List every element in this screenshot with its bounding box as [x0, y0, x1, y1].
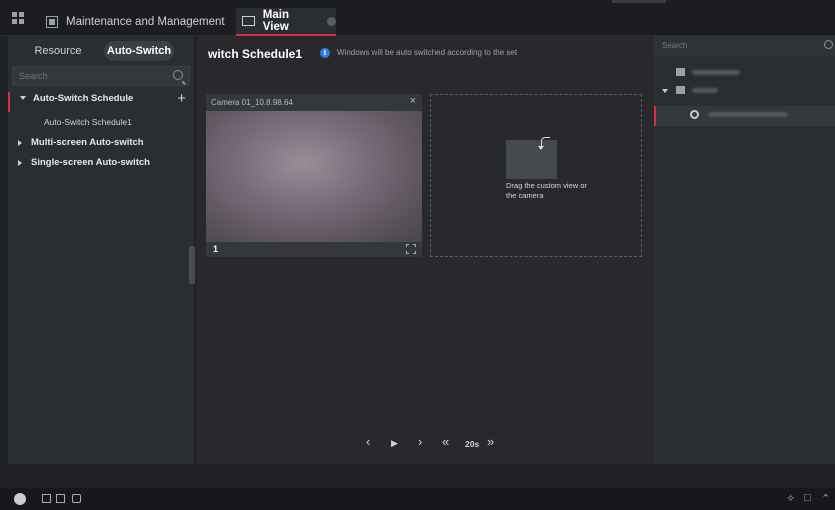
search-placeholder: Search — [19, 71, 48, 81]
info-message: Windows will be auto switched according … — [337, 48, 518, 57]
fullscreen-icon[interactable] — [406, 244, 416, 254]
play-button[interactable]: ▶ — [391, 438, 398, 449]
tab-label: Main View — [262, 9, 289, 33]
tab-main-view[interactable]: Main View — [236, 8, 336, 36]
interval-value[interactable]: 20s — [465, 439, 479, 449]
app-window: Maintenance and Management Main View Res… — [0, 0, 835, 510]
alarm-icon[interactable] — [14, 493, 26, 505]
previous-button[interactable]: ‹ — [366, 434, 370, 449]
add-schedule-icon[interactable]: + — [177, 90, 186, 107]
video-feed[interactable] — [206, 111, 422, 242]
resource-search-input[interactable]: Search — [654, 36, 835, 56]
tab-label: Maintenance and Management — [66, 16, 225, 28]
window-header: Camera 01_10.8.98.64 × — [206, 94, 422, 111]
resource-item-custom-view[interactable] — [654, 64, 835, 82]
tree-item-label: Multi-screen Auto-switch — [31, 137, 144, 148]
top-bar: Maintenance and Management Main View — [0, 0, 835, 36]
tree-item-single-screen[interactable]: Single-screen Auto-switch — [8, 156, 194, 174]
tree-item-auto-switch-schedule[interactable]: Auto-Switch Schedule + — [8, 90, 194, 112]
resource-item-area[interactable] — [654, 82, 835, 100]
search-input[interactable]: Search — [12, 66, 190, 86]
monitor-icon — [242, 16, 255, 26]
main-view: witch Schedule1 i Windows will be auto s… — [196, 36, 654, 464]
maximize-icon[interactable]: □ — [804, 492, 811, 504]
info-icon: i — [320, 48, 330, 58]
tab-maintenance[interactable]: Maintenance and Management — [40, 8, 225, 36]
chevron-down-icon[interactable] — [20, 96, 26, 100]
delete-icon[interactable] — [42, 494, 51, 503]
drag-arrow-icon — [538, 137, 550, 150]
folder-icon — [676, 86, 685, 94]
layout-icon[interactable] — [56, 494, 65, 503]
status-bar: ✧ □ ⌃ — [0, 488, 835, 510]
redacted-label — [692, 70, 740, 75]
pin-icon[interactable]: ✧ — [786, 492, 795, 505]
search-icon[interactable] — [173, 70, 183, 80]
tab-resource[interactable]: Resource — [16, 45, 100, 57]
forward-button[interactable]: » — [487, 434, 494, 449]
page-title: witch Schedule1 — [208, 47, 303, 61]
resource-item-camera[interactable] — [654, 106, 835, 126]
tree-item-label: Single-screen Auto-switch — [31, 157, 150, 168]
collapse-up-icon[interactable]: ⌃ — [821, 492, 830, 505]
panel-collapse-handle[interactable] — [189, 246, 195, 284]
left-panel: Resource Auto-Switch Search Auto-Switch … — [8, 36, 194, 464]
window-index: 1 — [213, 244, 219, 254]
tree-item-label: Auto-Switch Schedule — [33, 93, 134, 104]
search-icon[interactable] — [824, 40, 833, 49]
tab-auto-switch[interactable]: Auto-Switch — [104, 41, 174, 61]
video-window-1[interactable]: Camera 01_10.8.98.64 × 1 — [206, 94, 422, 257]
camera-icon — [690, 110, 699, 119]
right-panel: Search — [654, 36, 835, 464]
next-button[interactable]: › — [418, 434, 422, 449]
close-icon[interactable]: × — [410, 95, 416, 107]
drag-hint: Drag the custom view or the camera — [506, 181, 587, 200]
tree-item-label: Auto-Switch Schedule1 — [44, 117, 132, 127]
grid-menu-icon[interactable] — [12, 12, 24, 24]
tab-close-icon[interactable] — [327, 16, 336, 26]
rewind-button[interactable]: « — [442, 434, 449, 449]
panel-switcher: Resource Auto-Switch — [16, 40, 186, 62]
tree-item-multi-screen[interactable]: Multi-screen Auto-switch — [8, 136, 194, 154]
video-window-2[interactable]: Drag the custom view or the camera — [430, 94, 642, 257]
camera-name: Camera 01_10.8.98.64 — [211, 98, 293, 107]
drop-target-icon — [506, 137, 557, 179]
audio-icon[interactable] — [72, 494, 81, 503]
chevron-right-icon[interactable] — [18, 160, 22, 166]
maintenance-icon — [46, 16, 58, 28]
chevron-down-icon[interactable] — [662, 89, 668, 93]
view-icon — [676, 68, 685, 76]
window-control-strip — [612, 0, 666, 3]
redacted-label — [692, 88, 718, 93]
chevron-right-icon[interactable] — [18, 140, 22, 146]
redacted-label — [708, 112, 788, 117]
tree-item-schedule1[interactable]: Auto-Switch Schedule1 — [8, 114, 194, 132]
search-placeholder: Search — [662, 41, 688, 50]
